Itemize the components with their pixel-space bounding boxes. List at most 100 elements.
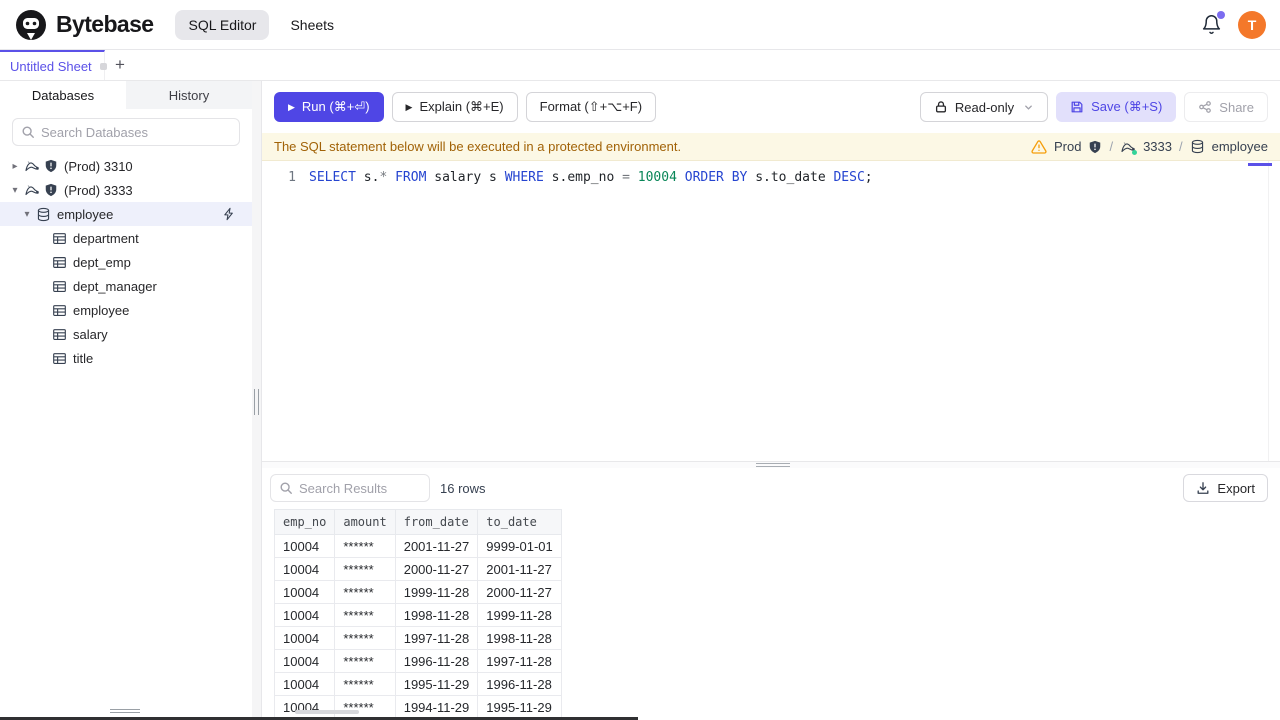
tree-item-table[interactable]: salary [0,322,252,346]
table-row[interactable]: 10004 ****** 2001-11-27 9999-01-01 [274,534,562,558]
save-button[interactable]: Save (⌘+S) [1056,92,1177,122]
table-cell: 1999-11-28 [394,580,479,604]
lightning-icon[interactable] [222,207,236,221]
results-header: 16 rows Export [270,474,1268,502]
database-icon [36,207,51,222]
share-button[interactable]: Share [1184,92,1268,122]
table-cell: 10004 [274,580,336,604]
sql-editor[interactable]: 1 SELECT s.* FROM salary s WHERE s.emp_n… [262,161,1280,461]
table-cell: 2000-11-27 [394,557,479,581]
sidebar-scrollbar[interactable] [110,709,140,715]
sidebar-resize-handle[interactable] [252,81,261,720]
editor-scrollbar[interactable] [1268,161,1269,461]
tree-item-instance[interactable]: ▾ (Prod) 3333 [0,178,252,202]
database-search[interactable] [12,118,240,146]
notifications-button[interactable] [1199,11,1225,37]
tree-item-table[interactable]: dept_manager [0,274,252,298]
table-cell: 1997-11-28 [394,626,479,650]
run-button[interactable]: ▶ Run (⌘+⏎) [274,92,384,122]
avatar[interactable]: T [1238,10,1266,39]
table-cell: ****** [334,649,396,673]
grid-scrollbar[interactable] [295,710,359,714]
bytebase-logo[interactable]: Bytebase [14,8,154,42]
table-cell: ****** [334,557,396,581]
database-search-input[interactable] [41,124,231,140]
table-row[interactable]: 10004 ****** 1997-11-28 1998-11-28 [274,626,562,650]
sql-statement: SELECT s.* FROM salary s WHERE s.emp_no … [309,170,873,185]
connected-dot-icon [1132,149,1138,155]
caret-right-icon[interactable]: ▸ [8,161,22,172]
export-button[interactable]: Export [1183,474,1268,502]
results-search[interactable] [270,474,430,502]
warning-icon [1031,139,1047,155]
table-row[interactable]: 10004 ****** 2000-11-27 2001-11-27 [274,557,562,581]
connection-breadcrumb: Prod / 3333 / employee [1031,139,1268,155]
column-header: emp_no [274,509,336,535]
tree-item-database[interactable]: ▾ employee [0,202,252,226]
tree-item-table[interactable]: dept_emp [0,250,252,274]
brand-name: Bytebase [56,11,154,37]
sheet-tabstrip: Untitled Sheet + [0,50,1280,81]
table-cell: ****** [334,534,396,558]
sheet-tab-label: Untitled Sheet [10,58,92,74]
table-row[interactable]: 10004 ****** 1999-11-28 2000-11-27 [274,580,562,604]
table-cell: ****** [334,695,396,719]
format-button[interactable]: Format (⇧+⌥+F) [525,92,657,122]
table-cell: 10004 [274,557,336,581]
table-row[interactable]: 10004 ****** 1996-11-28 1997-11-28 [274,649,562,673]
download-icon [1196,481,1210,495]
tab-untitled-sheet[interactable]: Untitled Sheet [0,50,107,80]
caret-down-icon[interactable]: ▾ [20,209,34,220]
explain-button[interactable]: ▶ Explain (⌘+E) [391,92,518,122]
breadcrumb-separator: / [1109,139,1114,154]
results-resize-handle[interactable] [262,461,1280,468]
lock-icon [934,100,948,114]
table-icon [52,279,67,294]
table-cell: 1994-11-29 [394,695,479,719]
column-header: from_date [394,509,479,535]
tab-databases[interactable]: Databases [0,81,126,109]
table-cell: 2001-11-27 [477,557,562,581]
tree-item-table[interactable]: title [0,346,252,370]
tree-item-instance[interactable]: ▸ (Prod) 3310 [0,154,252,178]
environment-label: Prod [1053,139,1082,154]
table-cell: 1996-11-28 [477,672,562,696]
database-label: employee [1211,139,1268,154]
table-row[interactable]: 10004 ****** 1995-11-29 1996-11-28 [274,672,562,696]
chevron-down-icon [1023,102,1034,113]
table-icon [52,351,67,366]
table-cell: 1995-11-29 [477,695,562,719]
play-icon: ▶ [405,101,413,112]
banner-message: The SQL statement below will be executed… [274,139,682,154]
column-header: to_date [477,509,562,535]
sidebar: Databases History ▸(Prod) 3310▾(Prod) 33… [0,81,252,720]
table-cell: 10004 [274,534,336,558]
table-cell: 1995-11-29 [394,672,479,696]
search-icon [279,481,293,495]
results-search-input[interactable] [299,480,421,496]
instance-label: 3333 [1143,139,1172,154]
nav-sql-editor[interactable]: SQL Editor [175,9,270,40]
results-grid: emp_no amount from_date to_date 10004 ****** 2… [274,509,1280,720]
search-icon [21,125,35,139]
readonly-mode-dropdown[interactable]: Read-only [919,92,1049,122]
mysql-icon [1120,139,1138,155]
table-cell: ****** [334,626,396,650]
play-icon: ▶ [288,101,295,112]
nav-sheets[interactable]: Sheets [277,10,347,40]
table-row[interactable]: 10004 ****** 1994-11-29 1995-11-29 [274,695,562,719]
line-number: 1 [288,170,296,185]
caret-down-icon[interactable]: ▾ [8,185,22,196]
table-cell: 10004 [274,695,336,719]
tree-item-table[interactable]: employee [0,298,252,322]
table-cell: 10004 [274,672,336,696]
add-sheet-button[interactable]: + [105,50,135,80]
table-cell: 1997-11-28 [477,649,562,673]
resize-grip-icon [756,463,790,469]
table-cell: 9999-01-01 [477,534,562,558]
database-icon [1190,139,1205,154]
table-icon [52,231,67,246]
tab-history[interactable]: History [126,81,252,109]
table-row[interactable]: 10004 ****** 1998-11-28 1999-11-28 [274,603,562,627]
tree-item-table[interactable]: department [0,226,252,250]
